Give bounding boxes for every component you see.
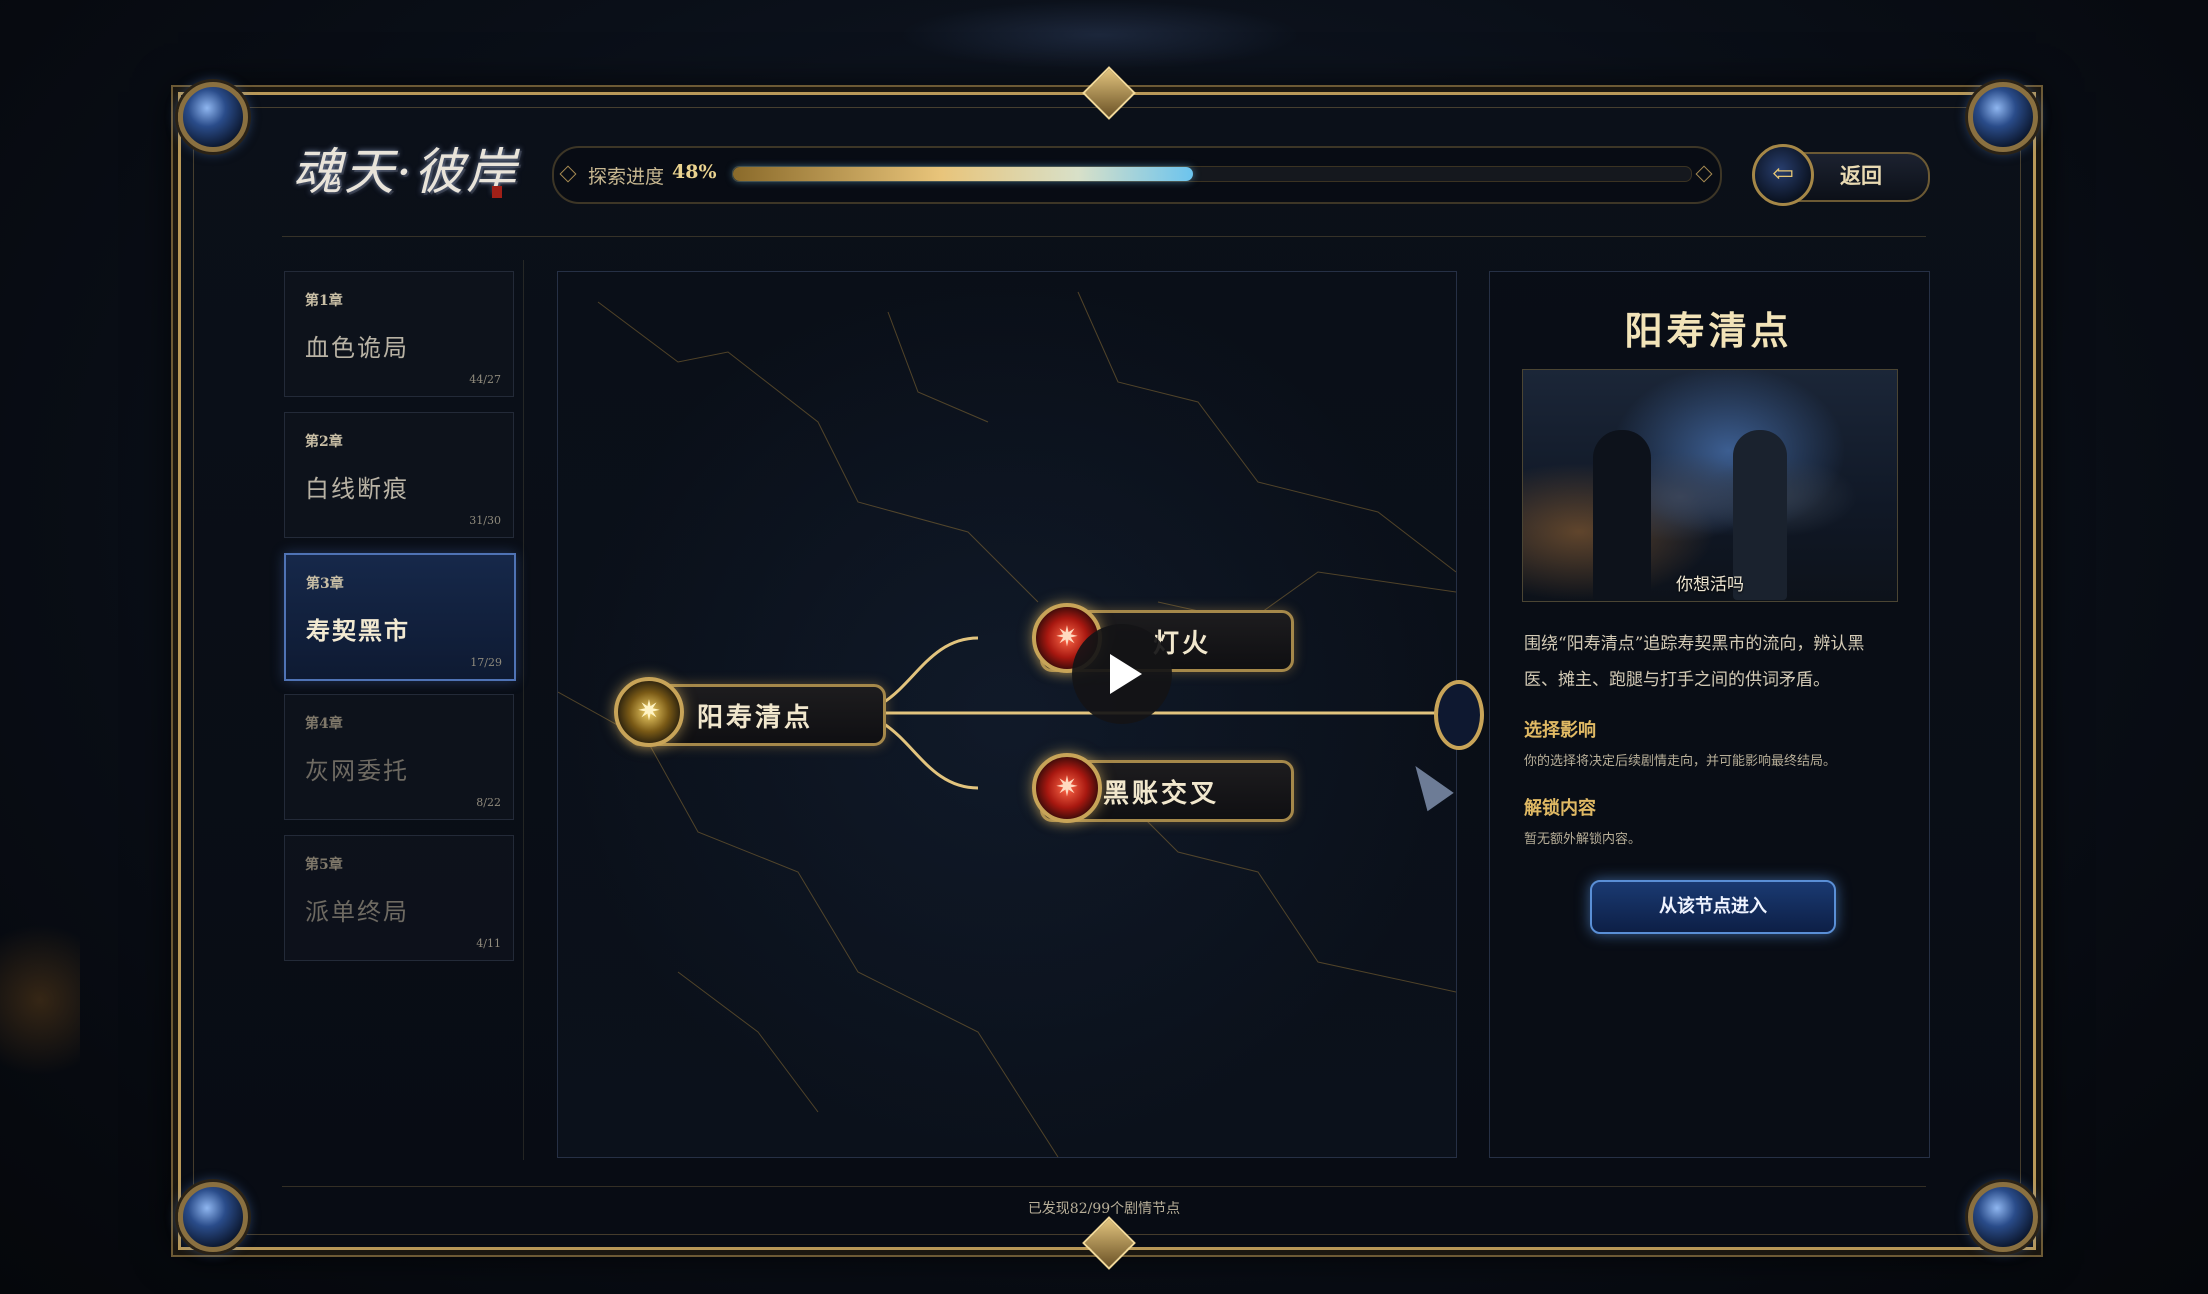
chapter-count: 44/27: [469, 373, 501, 386]
back-arrow-icon[interactable]: ⇦: [1752, 144, 1814, 206]
offscreen-node-icon[interactable]: [1434, 680, 1484, 750]
detail-title: 阳寿清点: [1624, 308, 1793, 353]
story-node-label: 阳寿清点: [697, 703, 814, 733]
back-button-label[interactable]: 返回: [1840, 160, 1882, 190]
discovered-nodes-counter: 已发现82/99个剧情节点: [1027, 1201, 1181, 1217]
logo-seal-icon: [492, 186, 502, 198]
story-node-label: 黑账交叉: [1103, 779, 1220, 809]
impact-title: 选择影响: [1524, 720, 1596, 741]
chapter-item-1[interactable]: 第1章 血色诡局 44/27: [284, 271, 514, 397]
chapter-item-4[interactable]: 第4章 灰网委托 8/22: [284, 694, 514, 820]
chapter-title: 白线断痕: [305, 475, 409, 503]
sidebar-divider: [523, 260, 524, 1160]
progress-percent: 48%: [672, 161, 717, 183]
game-logo: 魂天·彼岸: [292, 143, 518, 201]
chapter-item-3[interactable]: 第3章 寿契黑市 17/29: [284, 553, 516, 681]
chapter-count: 17/29: [470, 656, 502, 669]
corner-orb-icon: [1968, 82, 2038, 152]
header-divider: [282, 236, 1926, 237]
progress-fill: [733, 167, 1193, 181]
scene-caption: 你想活吗: [1676, 575, 1744, 595]
chapter-item-2[interactable]: 第2章 白线断痕 31/30: [284, 412, 514, 538]
scene-illustration: 你想活吗: [1522, 369, 1898, 602]
detail-description: 围绕“阳寿清点”追踪寿契黑市的流向，辨认黑医、摊主、跑腿与打手之间的供词矛盾。: [1524, 634, 1865, 690]
gold-star-icon[interactable]: ✷: [614, 677, 684, 747]
chapter-number: 第1章: [305, 293, 343, 309]
unlock-title: 解锁内容: [1524, 798, 1596, 819]
chapter-count: 4/11: [476, 937, 501, 950]
progress-track: [732, 166, 1692, 182]
chapter-title: 寿契黑市: [306, 616, 410, 645]
background-glow: [0, 900, 80, 1100]
unlock-text: 暂无额外解锁内容。: [1524, 832, 1642, 847]
chapter-count: 31/30: [469, 514, 501, 527]
play-icon[interactable]: [1072, 624, 1172, 724]
progress-label: 探索进度: [588, 166, 665, 188]
chapter-title: 灰网委托: [305, 757, 409, 785]
chapter-item-5[interactable]: 第5章 派单终局 4/11: [284, 835, 514, 961]
chapter-number: 第3章: [306, 576, 344, 592]
chapter-number: 第2章: [305, 434, 343, 450]
chapter-count: 8/22: [476, 796, 501, 809]
chapter-title: 派单终局: [305, 898, 409, 926]
enter-from-node-button[interactable]: 从该节点进入: [1590, 880, 1836, 934]
chapter-number: 第5章: [305, 857, 343, 873]
background-glow: [900, 0, 1300, 70]
impact-text: 你的选择将决定后续剧情走向，并可能影响最终结局。: [1524, 754, 1837, 769]
corner-orb-icon: [178, 82, 248, 152]
chapter-title: 血色诡局: [305, 334, 409, 362]
footer-divider: [282, 1186, 1926, 1187]
chapter-number: 第4章: [305, 716, 343, 732]
red-star-icon[interactable]: ✷: [1032, 753, 1102, 823]
